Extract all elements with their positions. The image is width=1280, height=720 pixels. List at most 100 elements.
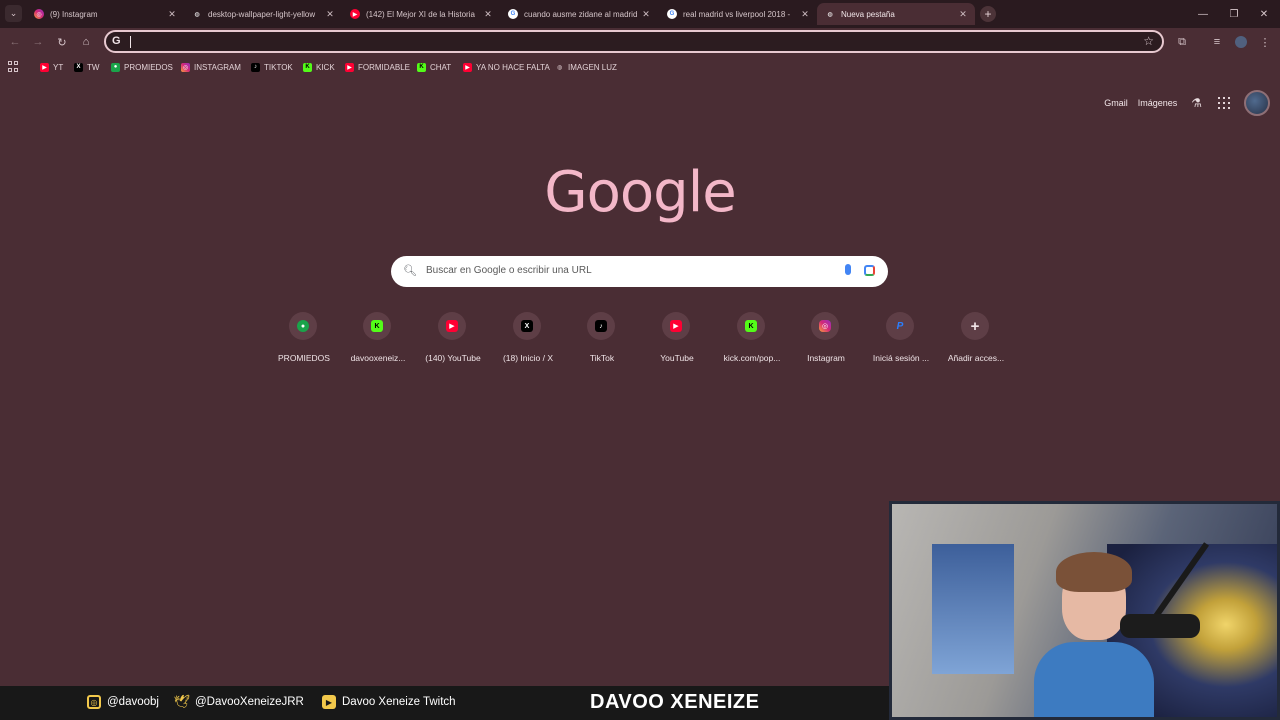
close-icon[interactable]: ✕ xyxy=(324,9,336,20)
paypal-icon: P xyxy=(896,320,904,332)
shortcut-tile: X xyxy=(513,312,541,340)
restore-button[interactable]: ❐ xyxy=(1226,6,1242,22)
shortcut-kick-davoo[interactable]: K davooxeneiz... xyxy=(340,311,416,371)
twitter-bird-icon: 🕊︎ xyxy=(173,694,191,709)
google-lens-icon[interactable] xyxy=(864,265,875,276)
arrow-right-icon: → xyxy=(32,36,44,48)
media-controls-button[interactable]: ≡ xyxy=(1208,33,1226,51)
shortcut-youtube[interactable]: ▶ YouTube xyxy=(639,311,715,371)
shortcut-tile: ▶ xyxy=(438,312,466,340)
tab-wallpaper[interactable]: ◍ desktop-wallpaper-light-yellow ✕ xyxy=(184,3,342,25)
bookmark-imagen-luz[interactable]: ◍ IMAGEN LUZ xyxy=(555,60,617,74)
images-link[interactable]: Imágenes xyxy=(1138,98,1178,108)
kick-icon: K xyxy=(303,62,312,72)
shortcut-label: PROMIEDOS xyxy=(278,353,330,363)
minimize-button[interactable]: — xyxy=(1195,6,1211,22)
shortcut-youtube-140[interactable]: ▶ (140) YouTube xyxy=(415,311,491,371)
shortcut-label: Instagram xyxy=(807,353,845,363)
shortcut-add[interactable]: + Añadir acces... xyxy=(938,311,1014,371)
new-tab-button[interactable]: + xyxy=(980,6,996,22)
kick-icon: K xyxy=(371,320,383,332)
shortcut-paypal[interactable]: P Iniciá sesión ... xyxy=(863,311,939,371)
forward-button[interactable]: → xyxy=(29,33,47,51)
overlay-instagram: ◎ @davoobj xyxy=(87,695,159,709)
labs-flask-icon[interactable]: ⚗ xyxy=(1191,96,1202,110)
bookmark-tiktok[interactable]: ♪ TIKTOK xyxy=(251,60,293,74)
tab-google-realmadrid[interactable]: G real madrid vs liverpool 2018 - ✕ xyxy=(659,3,817,25)
bookmark-star-icon[interactable]: ☆ xyxy=(1143,34,1154,48)
menu-button[interactable]: ⋮ xyxy=(1256,33,1274,51)
close-icon[interactable]: ✕ xyxy=(957,9,969,20)
shortcut-promiedos[interactable]: ● PROMIEDOS xyxy=(266,311,342,371)
webcam-feed xyxy=(889,501,1280,720)
x-icon: X xyxy=(74,62,83,72)
bookmark-chat[interactable]: K CHAT xyxy=(417,60,451,74)
profile-button[interactable] xyxy=(1232,33,1250,51)
bookmark-label: IMAGEN LUZ xyxy=(568,62,617,72)
address-bar[interactable]: G ☆ xyxy=(104,30,1164,53)
close-window-button[interactable]: ✕ xyxy=(1256,6,1272,22)
shortcut-tile: ◎ xyxy=(811,312,839,340)
bookmark-promiedos[interactable]: ● PROMIEDOS xyxy=(111,60,173,74)
extensions-button[interactable]: ⧉ xyxy=(1173,33,1191,51)
bookmark-yt[interactable]: ▶ YT xyxy=(40,60,63,74)
playlist-icon: ≡ xyxy=(1213,36,1221,48)
bookmark-label: YA NO HACE FALTA xyxy=(476,62,550,72)
shortcut-label: davooxeneiz... xyxy=(350,353,406,363)
browser-toolbar: ← → ↻ ⌂ G ☆ ⧉ ≡ ⋮ xyxy=(0,28,1280,56)
minimize-icon: — xyxy=(1198,8,1208,20)
close-icon: ✕ xyxy=(1259,8,1269,20)
search-box[interactable]: 🔍︎ Buscar en Google o escribir una URL xyxy=(391,256,888,287)
tab-title: real madrid vs liverpool 2018 - xyxy=(683,9,791,19)
tab-instagram[interactable]: ◎ (9) Instagram ✕ xyxy=(26,3,184,25)
close-icon[interactable]: ✕ xyxy=(482,9,494,20)
chrome-icon: ◍ xyxy=(827,11,833,18)
youtube-icon: ▶ xyxy=(446,320,458,332)
globe-icon: ◍ xyxy=(194,11,200,18)
bookmark-instagram[interactable]: ◎ INSTAGRAM xyxy=(181,60,241,74)
close-icon[interactable]: ✕ xyxy=(166,9,178,20)
tab-search-button[interactable]: ⌄ xyxy=(5,5,22,22)
tab-title: desktop-wallpaper-light-yellow xyxy=(208,9,316,19)
bookmark-label: TW xyxy=(87,62,100,72)
apps-icon[interactable] xyxy=(8,61,19,72)
bookmark-tw[interactable]: X TW xyxy=(74,60,99,74)
close-icon[interactable]: ✕ xyxy=(799,9,811,20)
home-button[interactable]: ⌂ xyxy=(77,33,95,51)
bookmark-label: PROMIEDOS xyxy=(124,62,173,72)
microphone-icon[interactable] xyxy=(845,264,851,275)
back-button[interactable]: ← xyxy=(6,33,24,51)
shortcut-instagram[interactable]: ◎ Instagram xyxy=(788,311,864,371)
account-avatar[interactable] xyxy=(1244,90,1270,116)
puzzle-icon: ⧉ xyxy=(1178,35,1186,48)
shortcut-tiktok[interactable]: ♪ TikTok xyxy=(564,311,640,371)
youtube-icon: ▶ xyxy=(322,695,336,709)
shortcut-kick-pop[interactable]: K kick.com/pop... xyxy=(714,311,790,371)
shortcut-tile: K xyxy=(737,312,765,340)
kick-icon: K xyxy=(417,62,426,72)
bookmark-kick[interactable]: K KICK xyxy=(303,60,335,74)
plus-icon: + xyxy=(970,317,980,335)
close-icon[interactable]: ✕ xyxy=(640,9,652,20)
bookmark-ya-no-hace-falta[interactable]: ▶ YA NO HACE FALTA xyxy=(463,60,550,74)
shortcut-label: Añadir acces... xyxy=(947,353,1005,363)
overlay-instagram-handle: @davoobj xyxy=(107,696,159,708)
bookmark-formidable[interactable]: ▶ FORMIDABLE xyxy=(345,60,410,74)
overlay-twitch: ▶ Davoo Xeneize Twitch xyxy=(322,695,456,709)
tab-youtube[interactable]: ▶ (142) El Mejor XI de la Historia ✕ xyxy=(342,3,500,25)
home-icon: ⌂ xyxy=(82,36,90,48)
reload-button[interactable]: ↻ xyxy=(53,33,71,51)
google-header: Gmail Imágenes ⚗ xyxy=(1094,90,1270,116)
google-icon: G xyxy=(112,35,121,47)
shortcut-x[interactable]: X (18) Inicio / X xyxy=(490,311,566,371)
youtube-icon: ▶ xyxy=(670,320,682,332)
tab-google-zidane[interactable]: G cuando ausme zidane al madrid ✕ xyxy=(500,3,658,25)
search-placeholder: Buscar en Google o escribir una URL xyxy=(426,265,592,276)
bookmarks-bar: ▶ YT X TW ● PROMIEDOS ◎ INSTAGRAM ♪ TIKTOK KK… xyxy=(0,56,1280,78)
google-apps-icon[interactable] xyxy=(1218,97,1230,109)
shortcut-label: (140) YouTube xyxy=(425,353,481,363)
tab-new-tab[interactable]: ◍ Nueva pestaña ✕ xyxy=(817,3,975,25)
youtube-icon: ▶ xyxy=(463,62,472,72)
bookmark-label: YT xyxy=(53,62,64,72)
gmail-link[interactable]: Gmail xyxy=(1104,98,1128,108)
